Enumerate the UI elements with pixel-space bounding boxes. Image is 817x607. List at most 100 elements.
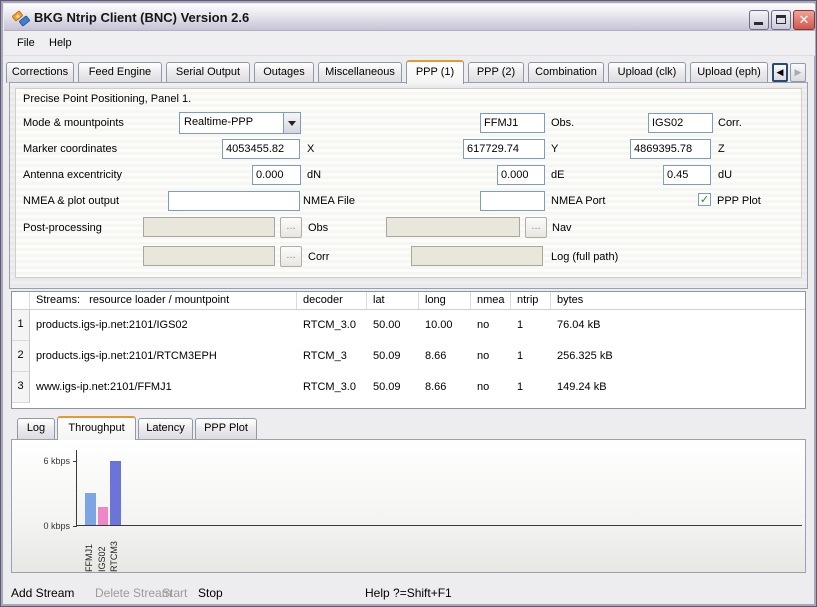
stream-cell-lat[interactable]: 50.00 <box>367 310 419 341</box>
left-arrow-icon: ◀ <box>777 67 784 77</box>
stream-cell-bytes[interactable]: 76.04 kB <box>551 310 805 341</box>
nmea-port-input[interactable] <box>480 191 545 211</box>
mode-selected-value: Realtime-PPP <box>184 116 253 128</box>
tab-serial-output[interactable]: Serial Output <box>166 62 250 83</box>
ytick-0kbps: 0 kbps <box>16 521 70 531</box>
help-button[interactable]: Help ?=Shift+F1 <box>365 586 452 600</box>
post-log-input <box>411 246 543 266</box>
tab-feed-engine[interactable]: Feed Engine <box>78 62 162 83</box>
stream-cell-lat[interactable]: 50.09 <box>367 372 419 403</box>
chevron-down-icon <box>288 121 296 126</box>
tab-outages[interactable]: Outages <box>254 62 314 83</box>
obs-mountpoint-input[interactable] <box>480 113 545 133</box>
stream-cell-long[interactable]: 8.66 <box>419 341 471 372</box>
menu-bar: File Help <box>4 31 815 56</box>
stream-cell-bytes[interactable]: 256.325 kB <box>551 341 805 372</box>
col-header-decoder: decoder <box>297 292 367 310</box>
ppp-plot-checkbox[interactable]: ✓ <box>698 193 711 206</box>
row-number: 1 <box>12 310 30 341</box>
right-arrow-icon: ▶ <box>795 67 802 77</box>
tab-ppp-2[interactable]: PPP (2) <box>468 62 524 83</box>
col-header-rownum <box>12 292 30 310</box>
stream-cell-mountpoint[interactable]: products.igs-ip.net:2101/RTCM3EPH <box>30 341 297 372</box>
antenna-dn-input[interactable] <box>252 165 301 185</box>
stream-cell-ntrip[interactable]: 1 <box>511 341 551 372</box>
stream-cell-bytes[interactable]: 149.24 kB <box>551 372 805 403</box>
tab-scroll-right-button[interactable]: ▶ <box>790 63 806 82</box>
stream-cell-ntrip[interactable]: 1 <box>511 310 551 341</box>
menu-file[interactable]: File <box>13 37 39 49</box>
antenna-de-input[interactable] <box>497 165 545 185</box>
start-button[interactable]: Start <box>162 586 187 600</box>
col-header-nmea: nmea <box>471 292 511 310</box>
chart-bar <box>85 493 96 526</box>
tab-combination[interactable]: Combination <box>528 62 604 83</box>
stream-cell-ntrip[interactable]: 1 <box>511 372 551 403</box>
stream-cell-decoder[interactable]: RTCM_3.0 <box>297 372 367 403</box>
tab-upload-clk[interactable]: Upload (clk) <box>608 62 686 83</box>
stream-cell-decoder[interactable]: RTCM_3 <box>297 341 367 372</box>
stream-cell-mountpoint[interactable]: products.igs-ip.net:2101/IGS02 <box>30 310 297 341</box>
tab-upload-eph[interactable]: Upload (eph) <box>690 62 768 83</box>
stream-cell-nmea[interactable]: no <box>471 372 511 403</box>
combobox-dropdown-button[interactable] <box>283 113 300 133</box>
marker-z-input[interactable] <box>630 139 711 159</box>
ppp-plot-label: PPP Plot <box>717 195 761 207</box>
marker-x-input[interactable] <box>222 139 300 159</box>
close-button[interactable]: ✕ <box>793 10 815 30</box>
stream-cell-nmea[interactable]: no <box>471 310 511 341</box>
tab-ppp-1[interactable]: PPP (1) <box>406 60 464 84</box>
z-label: Z <box>718 143 725 155</box>
stream-cell-nmea[interactable]: no <box>471 341 511 372</box>
obs-label: Obs. <box>551 117 574 129</box>
corr-mountpoint-input[interactable] <box>648 113 713 133</box>
title-bar[interactable]: BKG Ntrip Client (BNC) Version 2.6 ✕ <box>4 4 815 31</box>
dn-label: dN <box>307 169 321 181</box>
stream-cell-long[interactable]: 8.66 <box>419 372 471 403</box>
post-nav-input <box>386 217 520 237</box>
tab-miscellaneous[interactable]: Miscellaneous <box>318 62 402 83</box>
chart-axes <box>76 450 802 526</box>
tab-throughput[interactable]: Throughput <box>57 416 136 440</box>
nmea-file-input[interactable] <box>168 191 300 211</box>
marker-label: Marker coordinates <box>23 143 117 155</box>
stream-cell-decoder[interactable]: RTCM_3.0 <box>297 310 367 341</box>
maximize-icon <box>776 15 786 24</box>
stop-button[interactable]: Stop <box>198 586 223 600</box>
de-label: dE <box>551 169 564 181</box>
browse-nav-button[interactable]: ... <box>525 217 547 238</box>
du-label: dU <box>718 169 732 181</box>
y-label: Y <box>551 143 558 155</box>
post-log-label: Log (full path) <box>551 251 618 263</box>
marker-y-input[interactable] <box>463 139 545 159</box>
browse-corr-button[interactable]: ... <box>280 246 302 267</box>
menu-help[interactable]: Help <box>45 37 76 49</box>
post-nav-label: Nav <box>552 222 572 234</box>
row-number: 3 <box>12 372 30 403</box>
col-header-lat: lat <box>367 292 419 310</box>
tab-scroll-left-button[interactable]: ◀ <box>772 63 788 82</box>
add-stream-button[interactable]: Add Stream <box>11 586 74 600</box>
throughput-chart: 6 kbps 0 kbps FFMJ1 IGS02 RTCM3 <box>11 439 806 573</box>
x-label: X <box>307 143 314 155</box>
tab-ppp-plot[interactable]: PPP Plot <box>195 418 257 439</box>
nmea-port-label: NMEA Port <box>551 195 605 207</box>
browse-obs-button[interactable]: ... <box>280 217 302 238</box>
antenna-du-input[interactable] <box>663 165 711 185</box>
col-header-ntrip: ntrip <box>511 292 551 310</box>
app-icon <box>12 9 30 27</box>
check-icon: ✓ <box>700 194 709 206</box>
tab-corrections[interactable]: Corrections <box>6 62 74 83</box>
ytick-mark <box>73 526 77 527</box>
minimize-button[interactable] <box>749 10 769 30</box>
maximize-button[interactable] <box>771 10 791 30</box>
nmea-label: NMEA & plot output <box>23 195 119 207</box>
delete-stream-button[interactable]: Delete Stream <box>95 586 172 600</box>
stream-cell-long[interactable]: 10.00 <box>419 310 471 341</box>
streams-table: Streams: resource loader / mountpoint de… <box>11 291 806 409</box>
mode-combobox[interactable]: Realtime-PPP <box>179 112 301 134</box>
tab-latency[interactable]: Latency <box>138 418 193 439</box>
stream-cell-mountpoint[interactable]: www.igs-ip.net:2101/FFMJ1 <box>30 372 297 403</box>
stream-cell-lat[interactable]: 50.09 <box>367 341 419 372</box>
tab-log[interactable]: Log <box>17 418 55 439</box>
